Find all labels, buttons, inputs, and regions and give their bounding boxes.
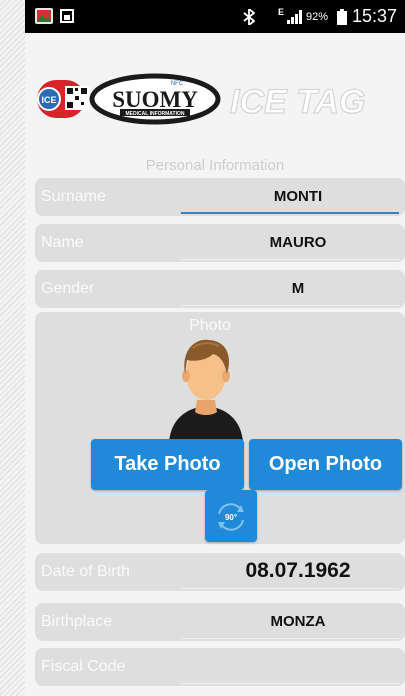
dob-row: Date of Birth 08.07.1962 [35, 553, 405, 591]
gender-row: Gender M [35, 270, 405, 308]
name-label: Name [41, 234, 84, 251]
section-title: Personal Information [145, 157, 285, 174]
birthplace-field[interactable]: MONZA [191, 613, 405, 630]
status-bar: E 92% 15:37 [25, 0, 405, 33]
phone-screen: E 92% 15:37 ICE SUOMY NFC MEDICAL INFORM… [25, 0, 405, 696]
svg-text:ICE: ICE [41, 95, 56, 105]
name-row: Name MAURO [35, 224, 405, 262]
open-photo-button[interactable]: Open Photo [249, 439, 402, 490]
name-field-underline [181, 259, 399, 260]
rotate-icon: 90° [218, 503, 244, 531]
image-icon [60, 9, 74, 23]
network-type: E [278, 7, 285, 17]
gender-field[interactable]: M [191, 280, 405, 297]
gender-field-underline [181, 305, 399, 306]
fiscal-code-row: Fiscal Code [35, 648, 405, 686]
dob-field-underline [181, 588, 399, 589]
fiscal-code-field-underline [181, 683, 399, 684]
battery-icon [337, 9, 347, 25]
avatar-placeholder-icon [169, 339, 243, 442]
svg-text:SUOMY: SUOMY [112, 87, 198, 112]
birthplace-row: Birthplace MONZA [35, 603, 405, 641]
bluetooth-icon [243, 9, 255, 25]
svg-text:MEDICAL INFORMATION: MEDICAL INFORMATION [126, 111, 185, 117]
birthplace-field-underline [181, 638, 399, 639]
gender-label: Gender [41, 280, 95, 297]
dob-field[interactable]: 08.07.1962 [191, 559, 405, 583]
fiscal-code-label: Fiscal Code [41, 658, 126, 675]
suomy-logo: ICE SUOMY NFC MEDICAL INFORMATION ICE TA… [37, 73, 366, 125]
surname-field-underline [181, 212, 399, 214]
name-field[interactable]: MAURO [191, 234, 405, 251]
clock: 15:37 [352, 6, 398, 26]
dob-label: Date of Birth [41, 563, 130, 580]
photo-label: Photo [189, 317, 231, 334]
surname-row: Surname MONTI [35, 178, 405, 216]
rotate-photo-button[interactable]: 90° [205, 490, 257, 542]
app-header-logo: ICE SUOMY NFC MEDICAL INFORMATION ICE TA… [25, 70, 405, 130]
surname-field[interactable]: MONTI [191, 188, 405, 205]
gallery-icon [35, 8, 53, 24]
take-photo-button[interactable]: Take Photo [91, 439, 244, 490]
signal-icon [287, 10, 302, 24]
birthplace-label: Birthplace [41, 613, 113, 630]
svg-text:NFC: NFC [171, 81, 184, 87]
svg-text:ICE TAG: ICE TAG [230, 83, 365, 121]
battery-percent: 92% [306, 11, 329, 23]
photo-section: Photo Take Photo Open Photo 90° [35, 312, 405, 544]
svg-text:90°: 90° [225, 513, 237, 522]
surname-label: Surname [41, 188, 106, 205]
